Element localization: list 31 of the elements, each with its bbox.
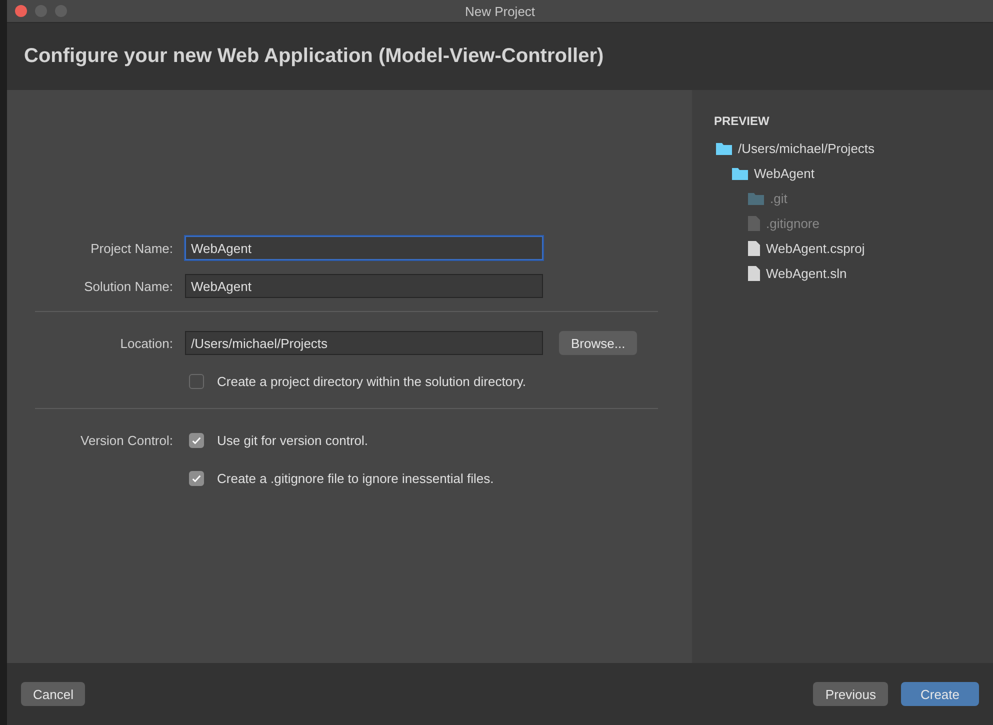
checkbox[interactable] bbox=[189, 470, 204, 486]
checkbox-label: Create a .gitignore file to ignore inessential files. bbox=[217, 470, 494, 486]
cancel-button[interactable]: Cancel bbox=[21, 682, 86, 706]
checkbox[interactable] bbox=[189, 432, 204, 448]
create-button[interactable]: Create bbox=[901, 682, 979, 706]
tree-item: WebAgent bbox=[754, 166, 814, 181]
section-title: PREVIEW bbox=[713, 114, 770, 128]
tree-item: WebAgent.csproj bbox=[766, 241, 865, 256]
close-button[interactable] bbox=[15, 5, 27, 17]
browse-button[interactable]: Browse... bbox=[559, 331, 638, 355]
field-label: Location: bbox=[119, 336, 174, 350]
window-title: New Project bbox=[464, 4, 536, 18]
zoom-button[interactable] bbox=[55, 5, 67, 17]
page-heading: Configure your new Web Application (Model-View-Controller) bbox=[24, 45, 604, 68]
field-label: Solution Name: bbox=[83, 278, 174, 294]
tree-item: .git bbox=[770, 191, 788, 206]
checkbox[interactable] bbox=[189, 374, 204, 388]
minimize-button[interactable] bbox=[35, 5, 47, 17]
previous-button[interactable]: Previous bbox=[813, 682, 888, 706]
tree-item: .gitignore bbox=[766, 216, 820, 231]
checkbox-label: Use git for version control. bbox=[217, 432, 368, 448]
tree-item: /Users/michael/Projects bbox=[738, 141, 875, 156]
tree-item: WebAgent.sln bbox=[766, 266, 847, 281]
text-field[interactable]: WebAgent bbox=[185, 236, 543, 260]
field-label: Project Name: bbox=[90, 240, 174, 256]
text-field[interactable]: WebAgent bbox=[185, 274, 543, 298]
checkmark-icon bbox=[191, 472, 202, 484]
text-field[interactable]: /Users/michael/Projects bbox=[185, 331, 543, 355]
field-label: Version Control: bbox=[80, 432, 173, 448]
checkbox-label: Create a project directory within the solution directory. bbox=[217, 374, 526, 388]
checkmark-icon bbox=[191, 434, 202, 446]
